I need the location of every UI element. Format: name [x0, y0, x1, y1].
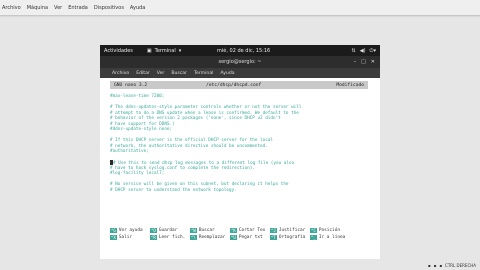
shortcut-key: ^J [270, 228, 277, 233]
editor-buffer[interactable]: #max-lease-time 7200; # The ddns-updates… [110, 94, 372, 193]
shortcut-label: Cortar Tex [238, 228, 266, 233]
host-menu-archivo[interactable]: Archivo [2, 5, 21, 11]
shortcut-label: Posición [318, 228, 340, 233]
shortcut-label: Justificar [278, 228, 306, 233]
shortcut-key: ^G [110, 228, 117, 233]
disk-icon: ▪ [427, 263, 431, 268]
shortcut-ortografia[interactable]: ^T Ortografía [270, 235, 310, 240]
host-menu-maquina[interactable]: Máquina [27, 5, 48, 11]
shortcut-ver-ayuda[interactable]: ^G Ver ayuda [110, 228, 150, 233]
menu-ayuda[interactable]: Ayuda [220, 71, 234, 76]
shortcut-label: Buscar [198, 228, 215, 233]
power-icon: ⏻▾ [369, 47, 376, 54]
usb-icon: ▪ [439, 263, 443, 268]
minimize-icon[interactable]: – [354, 59, 357, 65]
shortcut-salir[interactable]: ^X Salir [110, 235, 150, 240]
shortcut-label: Salir [118, 235, 133, 240]
window-title: sergio@sergio: ~ [218, 59, 262, 65]
shortcut-justificar[interactable]: ^J Justificar [270, 228, 310, 233]
shortcut-label: Reemplazar [198, 235, 226, 240]
shortcut-label: Pegar txt [238, 235, 263, 240]
terminal-app-icon: ▣ [146, 47, 152, 54]
chevron-down-icon: ▾ [178, 47, 182, 54]
guest-screen: Actividades ▣ Terminal ▾ mié, 02 de dic,… [100, 45, 380, 259]
nano-shortcuts: ^G Ver ayuda ^O Guardar ^W Buscar ^K Cortar … [110, 227, 372, 241]
volume-icon: ◀) [359, 47, 366, 54]
menu-ver[interactable]: Ver [157, 71, 165, 76]
host-menubar: Archivo Máquina Ver Entrada Dispositivos… [0, 0, 480, 16]
shortcut-buscar[interactable]: ^W Buscar [190, 228, 230, 233]
terminal-body[interactable]: GNU nano 3.2 /etc/dhcp/dhcpd.conf Modifi… [100, 78, 380, 259]
shortcut-key: ^C [310, 228, 317, 233]
shortcut-reemplazar[interactable]: ^\ Reemplazar [190, 235, 230, 240]
shortcut-key: ^O [150, 228, 157, 233]
shortcut-key: ^K [230, 228, 237, 233]
shortcut-key: ^_ [310, 235, 317, 240]
shortcut-key: ^T [270, 235, 277, 240]
host-menu-dispositivos[interactable]: Dispositivos [94, 5, 124, 11]
host-status-bar: ▪ ▪ ▪ CTRL DERECHA [428, 263, 476, 268]
menu-terminal[interactable]: Terminal [194, 71, 213, 76]
shortcut-key: ^R [150, 235, 157, 240]
shortcut-label: Ortografía [278, 235, 306, 240]
maximize-icon[interactable]: □ [361, 59, 366, 65]
clock[interactable]: mié, 02 de dic, 15:16 [217, 48, 270, 54]
app-menu-label: Terminal [154, 47, 176, 54]
app-menu-terminal[interactable]: ▣ Terminal ▾ [147, 48, 181, 54]
shortcut-label: Ir a línea [318, 235, 346, 240]
host-menu-ayuda[interactable]: Ayuda [130, 5, 145, 11]
nano-header: GNU nano 3.2 /etc/dhcp/dhcpd.conf Modifi… [110, 81, 368, 89]
close-icon[interactable]: ✕ [371, 59, 375, 65]
shortcut-key: ^U [230, 235, 237, 240]
shortcut-guardar[interactable]: ^O Guardar [150, 228, 190, 233]
window-controls: – □ ✕ [354, 59, 375, 65]
file-path: /etc/dhcp/dhcpd.conf [206, 82, 262, 88]
menu-archivo[interactable]: Archivo [112, 71, 129, 76]
buffer-line: # DHCP server to understand the network … [110, 187, 237, 193]
shortcut-row: ^X Salir ^R Leer fich. ^\ Reemplazar ^U Pega… [110, 234, 372, 241]
host-menu-entrada[interactable]: Entrada [68, 5, 88, 11]
vm-display-area: Actividades ▣ Terminal ▾ mié, 02 de dic,… [0, 17, 480, 270]
shortcut-ir-a-linea[interactable]: ^_ Ir a línea [310, 235, 350, 240]
shortcut-key: ^W [190, 228, 197, 233]
shortcut-key: ^\ [190, 235, 197, 240]
system-tray[interactable]: ⇅ ◀) ⏻▾ [352, 48, 376, 54]
network-icon: ▪ [433, 263, 437, 268]
shortcut-leer-fichero[interactable]: ^R Leer fich. [150, 235, 190, 240]
menu-editar[interactable]: Editar [136, 71, 150, 76]
activities-button[interactable]: Actividades [104, 48, 133, 54]
network-icon: ⇅ [351, 47, 356, 54]
shortcut-row: ^G Ver ayuda ^O Guardar ^W Buscar ^K Cortar … [110, 227, 372, 234]
shortcut-label: Ver ayuda [118, 228, 143, 233]
shortcut-label: Leer fich. [158, 235, 186, 240]
nano-version: GNU nano 3.2 [114, 82, 148, 88]
shortcut-key: ^X [110, 235, 117, 240]
shortcut-label: Guardar [158, 228, 178, 233]
shortcut-pegar[interactable]: ^U Pegar txt [230, 235, 270, 240]
shortcut-cortar[interactable]: ^K Cortar Tex [230, 228, 270, 233]
modified-status: Modificado [336, 82, 364, 88]
terminal-menubar: Archivo Editar Ver Buscar Terminal Ayuda [100, 68, 380, 78]
gnome-topbar: Actividades ▣ Terminal ▾ mié, 02 de dic,… [100, 45, 380, 56]
host-key-label: CTRL DERECHA [445, 263, 476, 268]
shortcut-posicion[interactable]: ^C Posición [310, 228, 350, 233]
menu-buscar[interactable]: Buscar [171, 71, 187, 76]
host-menu-ver[interactable]: Ver [54, 5, 62, 11]
terminal-titlebar: sergio@sergio: ~ – □ ✕ [100, 56, 380, 68]
